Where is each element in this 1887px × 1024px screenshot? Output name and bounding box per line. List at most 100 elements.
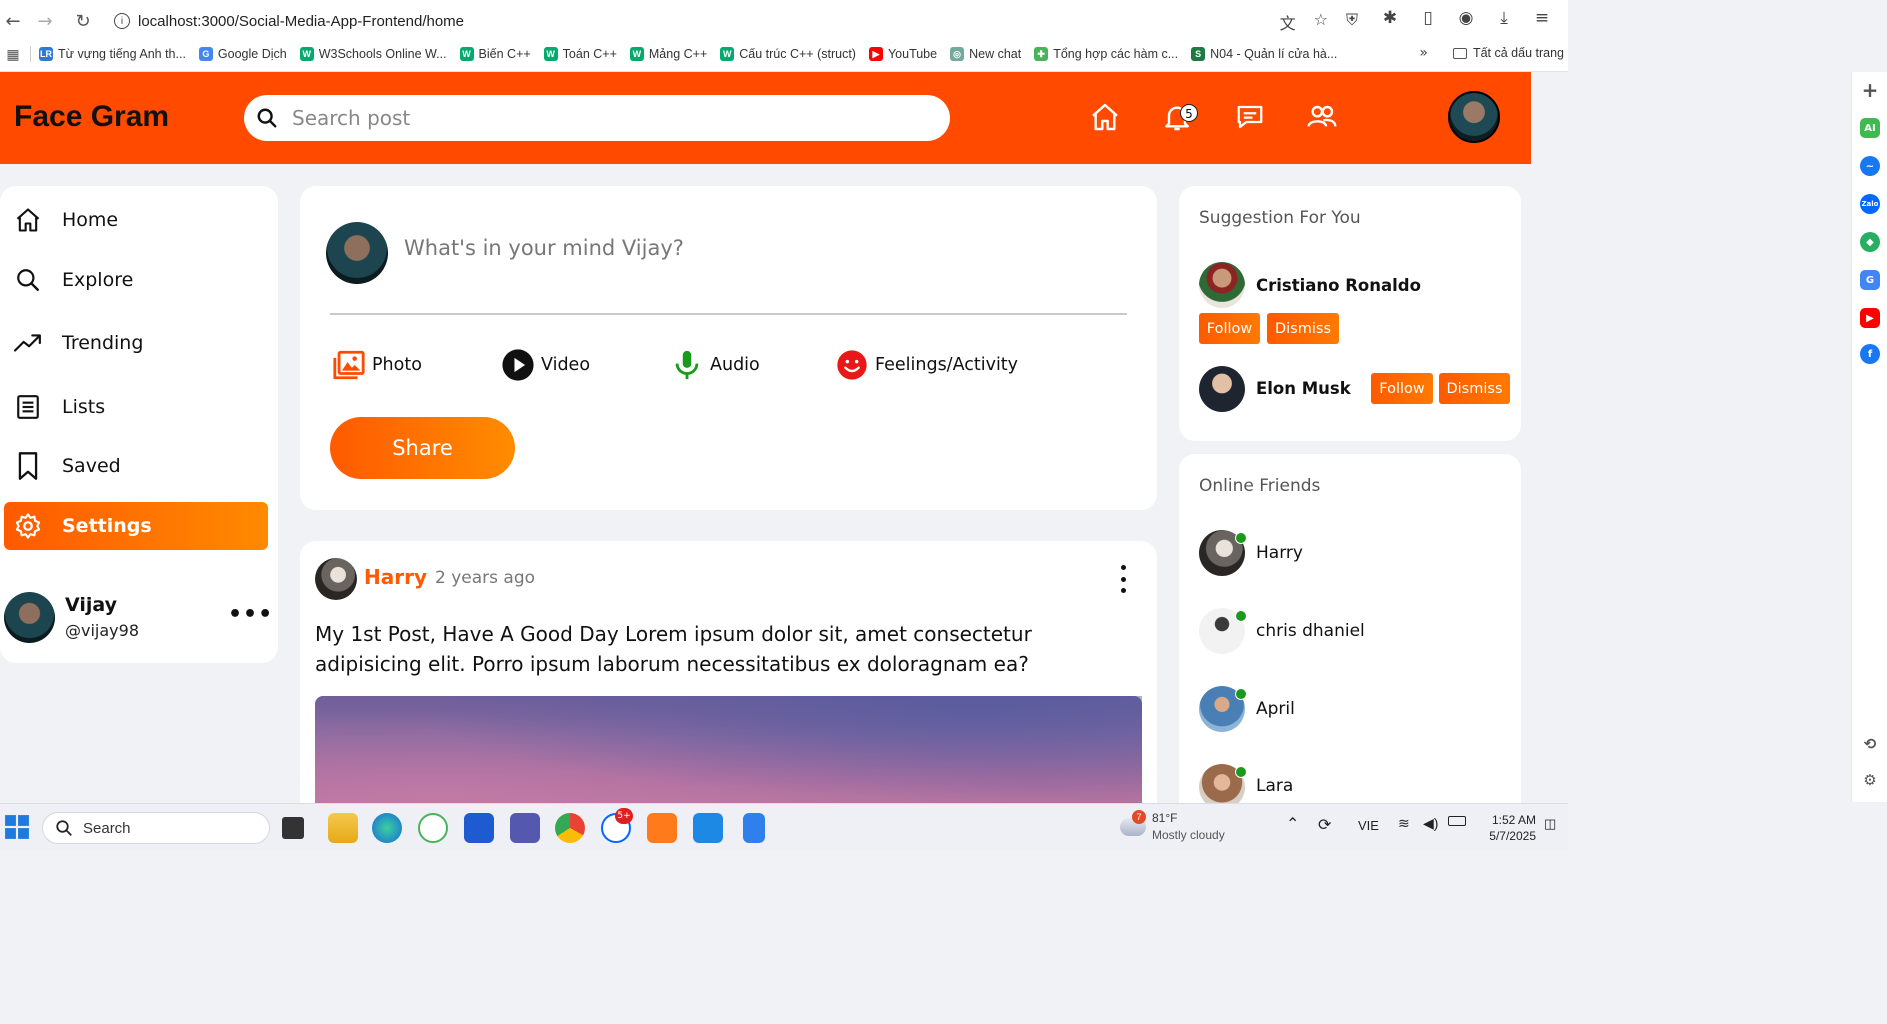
language-indicator[interactable]: VIE [1358, 818, 1379, 833]
teams-icon[interactable] [510, 813, 540, 843]
bookmark-item[interactable]: LR Từ vựng tiếng Anh th... [39, 47, 186, 61]
avatar[interactable] [4, 592, 55, 643]
star-icon[interactable]: ☆ [1314, 10, 1328, 34]
bookmark-item[interactable]: G Google Dịch [198, 47, 287, 61]
online-indicator [1235, 766, 1247, 778]
settings-icon[interactable]: ⚙ [1860, 770, 1880, 790]
pdf-icon[interactable] [647, 813, 677, 843]
clock[interactable]: 1:52 AM 5/7/2025 [1476, 812, 1536, 844]
friend-name[interactable]: Harry [1256, 543, 1303, 563]
bookmark-item[interactable]: W Mảng C++ [629, 47, 707, 61]
bookmark-item[interactable]: W Biến C++ [459, 47, 531, 61]
bookmark-item[interactable]: S N04 - Quản lí cửa hà... [1191, 47, 1337, 61]
notepad-icon[interactable] [743, 813, 765, 843]
post-author[interactable]: Harry [364, 565, 427, 589]
bookmark-item[interactable]: ▶ YouTube [868, 47, 937, 61]
url-text[interactable]: localhost:3000/Social-Media-App-Frontend… [138, 13, 464, 30]
file-explorer-icon[interactable] [328, 813, 358, 843]
download-icon[interactable]: ⤓ [1492, 8, 1516, 28]
chevron-up-icon[interactable]: ⌃ [1286, 814, 1299, 834]
sync-icon[interactable]: ⟳ [1318, 815, 1331, 835]
messenger-icon[interactable]: ~ [1860, 156, 1880, 176]
forward-icon[interactable]: → [32, 8, 58, 34]
vscode-icon[interactable] [693, 813, 723, 843]
edge-icon[interactable] [372, 813, 402, 843]
task-view-icon[interactable] [282, 817, 304, 839]
friends-icon[interactable] [1305, 100, 1339, 134]
message-icon[interactable] [1233, 100, 1267, 134]
split-view-icon[interactable]: ▯ [1416, 8, 1440, 28]
post-image[interactable] [315, 696, 1142, 803]
windows-start-icon[interactable] [4, 814, 30, 840]
all-bookmarks[interactable]: Tất cả dấu trang [1452, 46, 1564, 60]
bookmark-item[interactable]: W W3Schools Online W... [299, 47, 447, 61]
user-avatar[interactable] [1448, 91, 1500, 143]
history-icon[interactable]: ⟲ [1860, 734, 1880, 754]
bookmark-item[interactable]: W Cấu trúc C++ (struct) [720, 47, 856, 61]
avatar[interactable] [1199, 366, 1245, 412]
suggestion-name[interactable]: Cristiano Ronaldo [1256, 276, 1421, 295]
search-bar[interactable] [244, 95, 950, 141]
follow-button[interactable]: Follow [1371, 373, 1433, 404]
sidebar-item-saved[interactable]: Saved [4, 442, 268, 490]
sidebar-item-lists[interactable]: Lists [4, 383, 268, 431]
translate-icon[interactable]: 文 [1280, 10, 1296, 34]
dismiss-button[interactable]: Dismiss [1439, 373, 1510, 404]
bookmark-item[interactable]: W Toán C++ [543, 47, 617, 61]
home-icon [14, 206, 42, 234]
search-input[interactable] [292, 106, 892, 130]
feelings-option[interactable]: Feelings/Activity [835, 348, 1018, 382]
ai-icon[interactable]: AI [1860, 118, 1880, 138]
add-icon[interactable]: + [1860, 78, 1880, 102]
post-input[interactable] [404, 236, 1124, 260]
address-bar[interactable]: i localhost:3000/Social-Media-App-Fronte… [104, 6, 1374, 36]
menu-icon[interactable]: ≡ [1530, 8, 1554, 28]
follow-button[interactable]: Follow [1199, 313, 1260, 344]
back-icon[interactable]: ← [0, 8, 26, 34]
dismiss-button[interactable]: Dismiss [1267, 313, 1339, 344]
user-profile-card[interactable]: Vijay @vijay98 ••• [4, 592, 272, 648]
sidebar-item-settings[interactable]: Settings [4, 502, 268, 550]
wifi-icon[interactable]: ≋ [1398, 815, 1410, 832]
post-menu-icon[interactable] [1115, 565, 1131, 593]
avatar[interactable] [326, 222, 388, 284]
site-info-icon[interactable]: i [114, 13, 130, 29]
friend-name[interactable]: chris dhaniel [1256, 621, 1365, 641]
audio-option[interactable]: Audio [670, 348, 760, 382]
bookmark-item[interactable]: ◎ New chat [950, 47, 1021, 61]
home-icon[interactable] [1088, 100, 1122, 134]
store-icon[interactable] [464, 813, 494, 843]
volume-icon[interactable]: ◀) [1423, 815, 1438, 832]
extensions-icon[interactable]: ✱ [1378, 8, 1402, 28]
more-options-icon[interactable]: ••• [228, 602, 273, 627]
game-icon[interactable]: ◆ [1860, 232, 1880, 252]
avatar[interactable] [1199, 262, 1245, 308]
bookmarks-overflow-icon[interactable]: » [1419, 45, 1428, 61]
taskbar-search[interactable]: Search [42, 812, 270, 844]
coccoc-icon[interactable] [418, 813, 448, 843]
photo-option[interactable]: Photo [332, 348, 422, 382]
chrome-icon[interactable] [555, 813, 585, 843]
friend-name[interactable]: Lara [1256, 776, 1293, 796]
facebook-icon[interactable]: f [1860, 344, 1880, 364]
battery-icon[interactable] [1448, 816, 1466, 826]
friend-name[interactable]: April [1256, 699, 1295, 719]
shield-icon[interactable]: ⛨ [1346, 10, 1358, 34]
share-button[interactable]: Share [330, 417, 515, 479]
app-logo[interactable]: Face Gram [14, 100, 169, 134]
suggestion-name[interactable]: Elon Musk [1256, 379, 1351, 398]
youtube-icon[interactable]: ▶ [1860, 308, 1880, 328]
google-translate-icon[interactable]: G [1860, 270, 1880, 290]
apps-grid-icon[interactable]: ▦ [0, 46, 26, 63]
video-option[interactable]: Video [501, 348, 590, 382]
avatar[interactable] [315, 558, 357, 600]
sidebar-item-trending[interactable]: Trending [4, 319, 268, 367]
zalo-icon[interactable]: Zalo [1860, 194, 1880, 214]
weather-widget[interactable]: 7 81°F Mostly cloudy [1120, 810, 1260, 846]
sidebar-item-home[interactable]: Home [4, 196, 268, 244]
profile-icon[interactable]: ◉ [1454, 8, 1478, 28]
notification-icon[interactable]: ◫ [1544, 816, 1556, 832]
reload-icon[interactable]: ↻ [70, 8, 96, 34]
bookmark-item[interactable]: ✚ Tổng hợp các hàm c... [1034, 47, 1178, 61]
sidebar-item-explore[interactable]: Explore [4, 256, 268, 304]
